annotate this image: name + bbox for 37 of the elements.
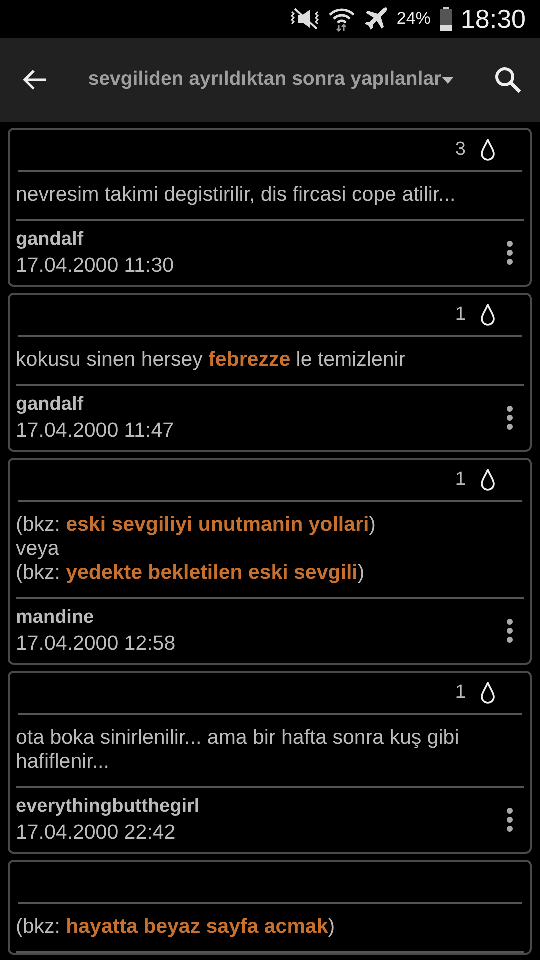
mute-vibrate-icon bbox=[288, 6, 321, 32]
more-options-icon[interactable] bbox=[506, 618, 514, 644]
author-name[interactable]: gandalf bbox=[16, 227, 84, 253]
entry-text: (bkz: eski sevgiliyi unutmanin yollari) veya (bkz: yedekte bekletilen eski sevgili) bbox=[16, 502, 524, 599]
dropdown-icon[interactable] bbox=[442, 74, 454, 86]
author-name[interactable]: gandalf bbox=[16, 392, 84, 418]
more-options-icon[interactable] bbox=[506, 807, 514, 833]
wifi-icon bbox=[328, 6, 355, 32]
battery-icon bbox=[438, 6, 453, 32]
battery-percentage: 24% bbox=[396, 8, 431, 30]
entry-text: kokusu sinen hersey febrezze le temizlenir bbox=[16, 337, 524, 386]
entry-text: ota boka sinirlenilir... ama bir hafta sonra kuş gibi hafiflenir... bbox=[16, 715, 524, 788]
favorite-count: 3 bbox=[455, 138, 466, 162]
entry-date: 17.04.2000 11:30 bbox=[16, 253, 174, 279]
author-name[interactable]: mandine bbox=[16, 605, 94, 631]
drop-icon[interactable] bbox=[480, 139, 496, 161]
entry-date: 17.04.2000 12:58 bbox=[16, 631, 176, 657]
entry-link[interactable]: eski sevgiliyi unutmanin yollari bbox=[66, 513, 370, 536]
favorite-count: 1 bbox=[455, 468, 466, 492]
airplane-icon bbox=[362, 6, 389, 32]
entry-text: (bkz: hayatta beyaz sayfa acmak) bbox=[16, 904, 524, 953]
drop-icon[interactable] bbox=[480, 682, 496, 704]
favorite-count: 1 bbox=[455, 680, 466, 705]
search-icon[interactable] bbox=[494, 66, 522, 94]
entry-link[interactable]: febrezze bbox=[208, 348, 291, 371]
drop-icon[interactable] bbox=[480, 469, 496, 491]
entry-date: 17.04.2000 11:47 bbox=[16, 418, 174, 444]
favorite-count: 1 bbox=[455, 302, 466, 327]
entry-text: nevresim takimi degistirilir, dis fircasi cope atilir... bbox=[16, 172, 524, 221]
more-options-icon[interactable] bbox=[506, 240, 514, 266]
entry-date: 17.04.2000 22:42 bbox=[16, 820, 176, 846]
more-options-icon[interactable] bbox=[506, 405, 514, 431]
author-name[interactable]: everythingbutthegirl bbox=[16, 794, 200, 820]
entry-link[interactable]: hayatta beyaz sayfa acmak bbox=[66, 915, 328, 938]
entry-link[interactable]: yedekte bekletilen eski sevgili bbox=[66, 561, 358, 584]
drop-icon[interactable] bbox=[480, 304, 496, 326]
status-time: 18:30 bbox=[460, 2, 526, 36]
